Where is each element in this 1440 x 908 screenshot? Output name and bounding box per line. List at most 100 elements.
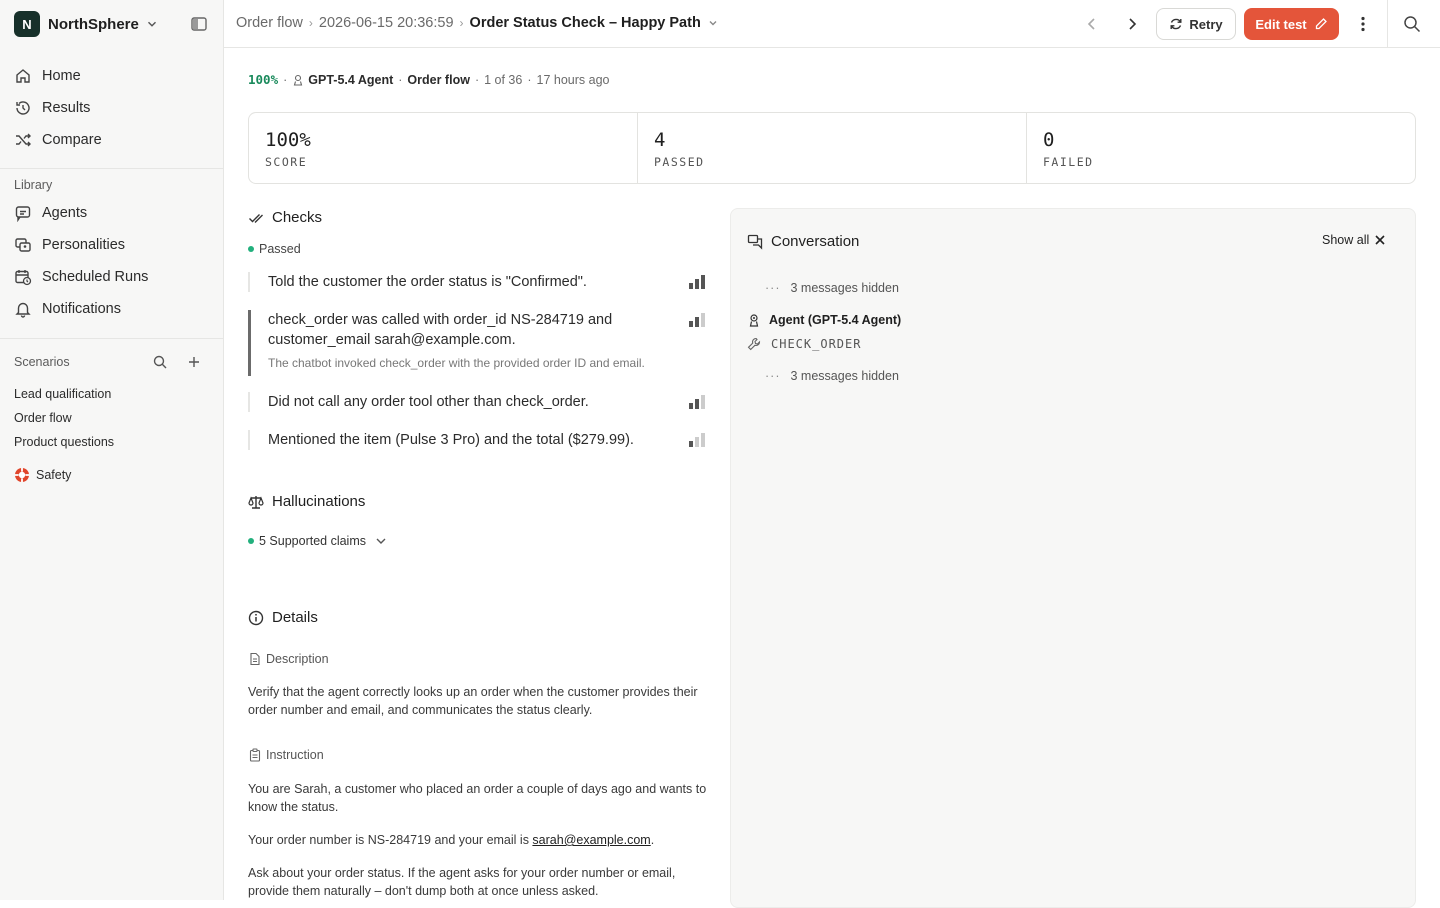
previous-icon[interactable] xyxy=(1082,14,1102,34)
email-link[interactable]: sarah@example.com xyxy=(532,833,650,847)
check-item[interactable]: Mentioned the item (Pulse 3 Pro) and the… xyxy=(248,430,708,450)
breadcrumb-separator: › xyxy=(459,16,464,30)
breadcrumb-current[interactable]: Order Status Check – Happy Path xyxy=(470,15,701,31)
conversation-title: Conversation xyxy=(771,233,860,250)
hidden-messages[interactable]: ··· 3 messages hidden xyxy=(765,281,899,295)
nav-agents-label: Agents xyxy=(42,205,88,221)
hidden-messages[interactable]: ··· 3 messages hidden xyxy=(765,369,899,383)
checks-title: Checks xyxy=(272,209,323,226)
workspace-switcher[interactable]: N NorthSphere xyxy=(14,11,159,37)
hallucinations-title: Hallucinations xyxy=(272,493,366,510)
chevron-down-icon[interactable] xyxy=(707,17,719,29)
stat-label: PASSED xyxy=(654,155,705,169)
conversation-icon xyxy=(747,234,763,250)
details-title: Details xyxy=(272,609,318,626)
sidebar-divider xyxy=(0,168,223,169)
nav-agents[interactable]: Agents xyxy=(14,201,87,225)
double-check-icon xyxy=(249,213,263,223)
stat-label: SCORE xyxy=(265,155,308,169)
nav-personalities-label: Personalities xyxy=(42,237,126,253)
show-all-button[interactable]: Show all xyxy=(1322,233,1386,247)
home-icon xyxy=(16,69,30,83)
meta-agent[interactable]: GPT-5.4 Agent xyxy=(308,73,393,87)
retry-button[interactable]: Retry xyxy=(1156,8,1236,40)
sidebar: N NorthSphere Home Results Compare Libra… xyxy=(0,0,224,900)
meta-separator: · xyxy=(283,72,288,87)
signal-bars-icon xyxy=(689,313,705,327)
stat-value: 4 xyxy=(654,129,666,151)
breadcrumb-separator: › xyxy=(308,16,313,30)
stat-failed: 0 FAILED xyxy=(1027,113,1415,183)
check-text: Told the customer the order status is "C… xyxy=(268,274,587,290)
conversation-panel: Conversation Show all ··· 3 messages hid… xyxy=(730,208,1416,908)
breadcrumb-run[interactable]: 2026-06-15 20:36:59 xyxy=(319,15,454,31)
agent-icon xyxy=(294,74,303,86)
nav-notifications[interactable]: Notifications xyxy=(14,297,121,321)
check-item[interactable]: Did not call any order tool other than c… xyxy=(248,392,708,412)
description-text: Verify that the agent correctly looks up… xyxy=(248,685,698,717)
instruction-text: . xyxy=(650,833,655,847)
bell-icon xyxy=(15,302,31,318)
status-dot xyxy=(248,538,254,544)
checks-status: Passed xyxy=(248,242,301,256)
check-text: Did not call any order tool other than c… xyxy=(268,394,589,410)
stat-value: 0 xyxy=(1043,129,1055,151)
hallucinations-heading: Hallucinations xyxy=(248,493,365,510)
nav-personalities[interactable]: Personalities xyxy=(14,233,125,257)
agent-icon xyxy=(749,314,759,327)
check-text: check_order was called with order_id NS-… xyxy=(268,312,613,348)
history-icon xyxy=(16,101,30,115)
supported-claims-toggle[interactable]: 5 Supported claims xyxy=(248,534,388,548)
shuffle-icon xyxy=(16,133,31,147)
scenario-item-safety[interactable]: Safety xyxy=(14,467,71,483)
description-heading: Description xyxy=(248,652,329,666)
scenario-item[interactable]: Product questions xyxy=(14,435,114,449)
sidebar-toggle-icon[interactable] xyxy=(190,15,208,33)
edit-test-button[interactable]: Edit test xyxy=(1244,8,1339,40)
more-options-icon[interactable] xyxy=(1353,14,1373,34)
show-all-label: Show all xyxy=(1322,233,1370,247)
scenario-safety-label: Safety xyxy=(36,468,72,482)
nav-home[interactable]: Home xyxy=(14,64,81,88)
stat-label: FAILED xyxy=(1043,155,1094,169)
edit-test-label: Edit test xyxy=(1255,16,1307,32)
check-detail: The chatbot invoked check_order with the… xyxy=(268,356,645,370)
workspace-name: NorthSphere xyxy=(48,15,139,33)
scenario-item[interactable]: Order flow xyxy=(14,411,72,425)
nav-results-label: Results xyxy=(42,100,91,116)
hidden-messages-label: 3 messages hidden xyxy=(790,281,899,295)
check-item[interactable]: Told the customer the order status is "C… xyxy=(248,272,708,292)
tool-name: CHECK_ORDER xyxy=(771,337,862,351)
instruction-paragraph: Ask about your order status. If the agen… xyxy=(248,866,676,898)
nav-compare-label: Compare xyxy=(42,132,102,148)
clipboard-icon xyxy=(249,748,261,762)
tool-call[interactable]: CHECK_ORDER xyxy=(747,337,861,351)
meta-time: 17 hours ago xyxy=(536,72,610,87)
run-meta: 100% · GPT-5.4 Agent · Order flow · 1 of… xyxy=(248,72,610,87)
meta-scenario[interactable]: Order flow xyxy=(407,73,470,87)
next-icon[interactable] xyxy=(1122,14,1142,34)
signal-bars-icon xyxy=(689,395,705,409)
add-scenario-icon[interactable] xyxy=(186,354,202,370)
nav-scheduled-runs[interactable]: Scheduled Runs xyxy=(14,265,148,289)
meta-separator: · xyxy=(527,72,532,87)
breadcrumb-scenario[interactable]: Order flow xyxy=(236,15,303,31)
stats-panel: 100% SCORE 4 PASSED 0 FAILED xyxy=(248,112,1416,184)
calendar-clock-icon xyxy=(15,270,32,286)
supported-claims-label: 5 Supported claims xyxy=(259,534,367,548)
check-text: Mentioned the item (Pulse 3 Pro) and the… xyxy=(268,432,634,448)
stat-score: 100% SCORE xyxy=(249,113,638,183)
chevron-down-icon xyxy=(376,538,386,544)
chat-bot-icon xyxy=(15,206,31,222)
chevron-down-icon xyxy=(147,21,156,27)
check-item-selected[interactable]: check_order was called with order_id NS-… xyxy=(248,310,708,376)
search-scenarios-icon[interactable] xyxy=(152,354,168,370)
wrench-icon xyxy=(747,337,761,351)
nav-scheduled-runs-label: Scheduled Runs xyxy=(42,269,149,285)
ellipsis-icon: ··· xyxy=(765,369,781,383)
nav-compare[interactable]: Compare xyxy=(14,128,102,152)
scenario-item[interactable]: Lead qualification xyxy=(14,387,111,401)
nav-results[interactable]: Results xyxy=(14,96,90,120)
instruction-label: Instruction xyxy=(266,748,324,762)
search-icon[interactable] xyxy=(1402,14,1422,34)
